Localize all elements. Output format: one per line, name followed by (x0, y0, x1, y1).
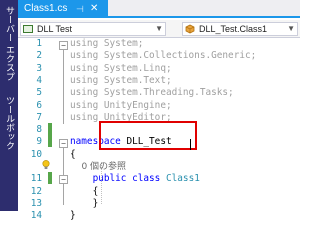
code-token: { (70, 185, 99, 197)
line-number: 7 (36, 111, 42, 123)
code-text: using System.Linq; (70, 63, 172, 75)
code-token: System.Collections.Generic; (98, 50, 257, 62)
code-token: using (70, 38, 99, 49)
document-tab-bar: Class1.cs ⊣ ✕ (18, 0, 300, 18)
code-text: 0 個の参照 (70, 161, 126, 173)
code-token: public (70, 173, 127, 185)
code-text: public class Class1 (70, 173, 200, 185)
code-token: using (70, 62, 99, 74)
class-scope-label: DLL_Test.Class1 (199, 24, 268, 34)
code-text: using System; (70, 38, 143, 50)
code-token: { (70, 148, 76, 160)
code-line: 12 { (18, 186, 300, 198)
code-text: { (70, 149, 76, 161)
code-token: System; (98, 38, 144, 49)
line-number: 5 (36, 87, 42, 99)
code-line: 5 using System.Threading.Tasks; (18, 87, 300, 99)
code-token: System.Threading.Tasks; (98, 87, 234, 99)
text-caret (190, 139, 191, 150)
code-token: UnityEngine; (98, 99, 172, 111)
code-line: 4 using System.Text; (18, 75, 300, 87)
code-line: 3 using System.Linq; (18, 63, 300, 75)
close-icon[interactable]: ✕ (90, 0, 98, 18)
line-number: 4 (36, 74, 42, 86)
line-number: 2 (36, 50, 42, 62)
class-icon (185, 24, 195, 34)
code-token: } (70, 210, 76, 222)
code-text: using System.Collections.Generic; (70, 50, 256, 62)
code-line: 2 using System.Collections.Generic; (18, 50, 300, 62)
code-token: using (70, 50, 99, 62)
code-token: using (70, 99, 99, 111)
code-token: using (70, 74, 99, 86)
code-text: } (70, 210, 76, 222)
chevron-down-icon: ▼ (155, 24, 163, 33)
line-number: 6 (36, 99, 42, 111)
code-text: using System.Text; (70, 75, 172, 87)
tab-label: Class1.cs (24, 3, 68, 14)
code-token: System.Text; (98, 74, 172, 86)
code-editor[interactable]: − − − 1 using System; 2 using System.Collec… (18, 38, 300, 221)
code-line: 1 using System; (18, 38, 300, 50)
code-token: } (70, 197, 99, 209)
server-explorer-tab[interactable]: サーバー エクスプローラー (0, 6, 18, 88)
navigation-bar: DLL Test ▼ DLL_Test.Class1 ▼ (18, 20, 300, 38)
code-line: 0 個の参照 (18, 161, 300, 173)
line-number: 3 (36, 62, 42, 74)
code-token: using (70, 87, 99, 99)
csharp-project-icon (23, 25, 33, 33)
code-text: { (70, 185, 99, 198)
highlight-annotation (99, 121, 197, 150)
line-number: 13 (30, 197, 42, 209)
code-text: } (70, 197, 99, 210)
line-number: 8 (36, 124, 42, 136)
line-number: 12 (30, 185, 42, 197)
code-line: 13 } (18, 198, 300, 210)
line-number: 1 (36, 38, 42, 49)
tab-class1-cs[interactable]: Class1.cs ⊣ ✕ (18, 0, 108, 18)
line-number: 9 (36, 136, 42, 148)
code-line: 14} (18, 210, 300, 222)
project-dropdown[interactable]: DLL Test ▼ (20, 22, 166, 36)
project-label: DLL Test (37, 24, 73, 34)
code-line: 11 public class Class1 (18, 173, 300, 185)
line-number: 10 (30, 148, 42, 160)
code-line: 10 { (18, 149, 300, 161)
code-token: using (70, 111, 99, 123)
code-token: 0 個の参照 (70, 162, 127, 172)
code-line: 6 using UnityEngine; (18, 100, 300, 112)
chevron-down-icon: ▼ (287, 24, 295, 33)
class-scope-dropdown[interactable]: DLL_Test.Class1 ▼ (182, 22, 298, 36)
side-tool-strip: サーバー エクスプローラー ツールボックス (0, 0, 18, 211)
pin-icon[interactable]: ⊣ (76, 0, 84, 18)
toolbox-tab[interactable]: ツールボックス (0, 96, 18, 156)
code-text: using System.Threading.Tasks; (70, 87, 234, 99)
code-token: Class1 (166, 173, 200, 185)
code-token: System.Linq; (98, 62, 172, 74)
code-text: using UnityEngine; (70, 100, 172, 112)
line-number: 14 (30, 210, 42, 222)
line-number: 11 (30, 173, 42, 185)
code-token: class (132, 173, 161, 185)
